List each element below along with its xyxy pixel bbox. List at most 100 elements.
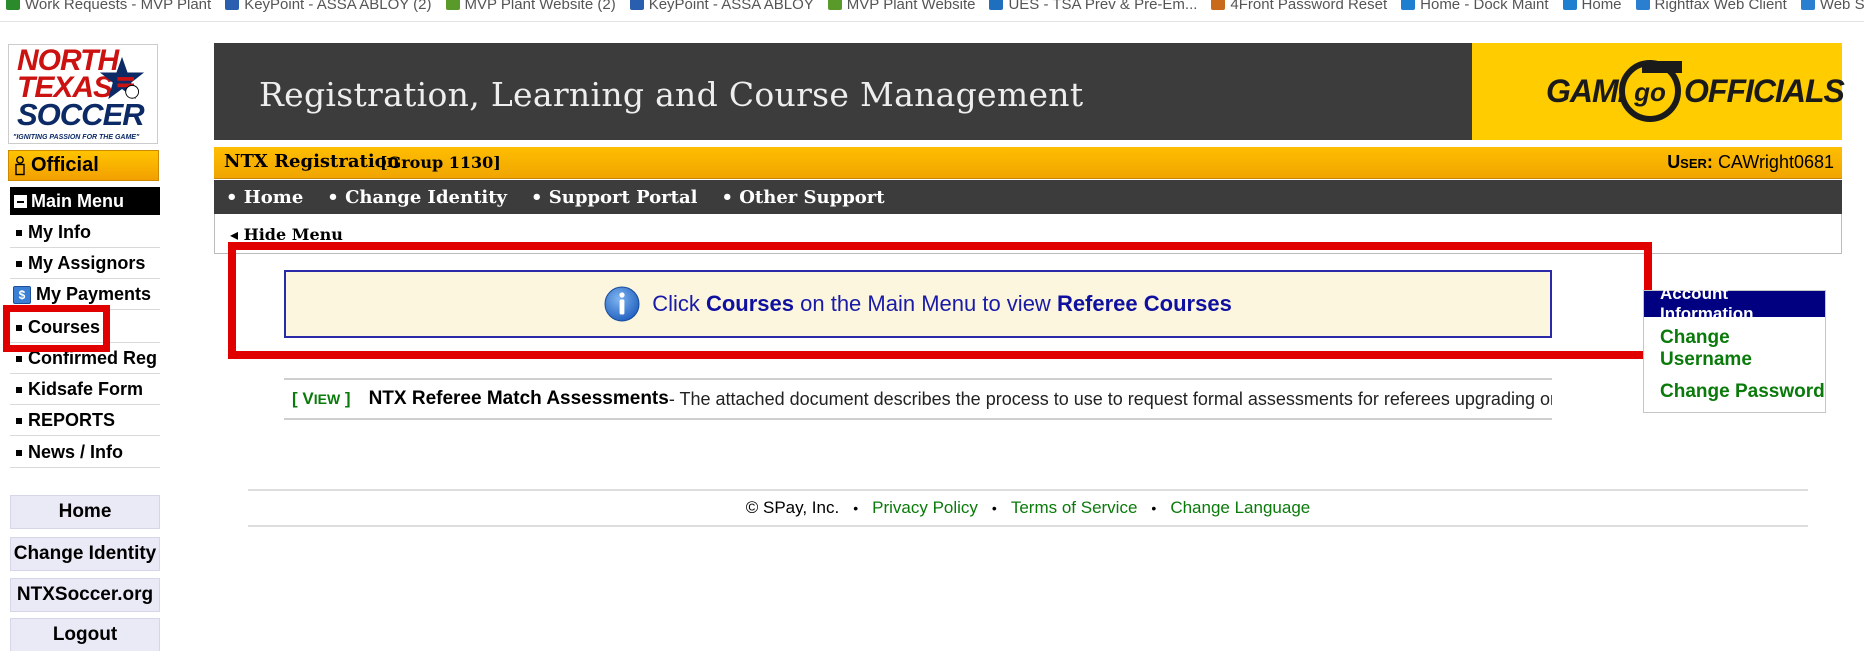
payment-icon: $ <box>13 285 31 304</box>
favorite-link[interactable]: Web Slice Gallery <box>1800 0 1864 13</box>
star-icon <box>99 56 145 100</box>
favorite-label: MVP Plant Website (2) <box>464 0 616 13</box>
view-link-open: [ V <box>292 389 314 408</box>
sidebar-item-reports[interactable]: REPORTS <box>10 406 160 436</box>
favorite-link[interactable]: MVP Plant Website (2) <box>445 0 616 13</box>
document-description: - The attached document describes the pr… <box>668 388 1552 409</box>
hide-menu-row <box>214 214 1842 254</box>
sidebar-item-kidsafe-form[interactable]: Kidsafe Form <box>10 375 160 405</box>
sidebar-item-label: News / Info <box>28 442 124 462</box>
collapse-icon <box>14 194 27 208</box>
view-link-close: ] <box>340 389 351 408</box>
sidebar-item-my-assignors[interactable]: My Assignors <box>10 249 160 279</box>
favorite-label: KeyPoint - ASSA ABLOY <box>648 0 814 13</box>
info-notice: Click Courses on the Main Menu to view R… <box>284 270 1552 338</box>
terms-of-service-link[interactable]: Terms of Service <box>1011 498 1138 518</box>
sidebar-item-label: My Info <box>28 222 91 242</box>
favorite-link[interactable]: 4Front Password Reset <box>1211 0 1387 13</box>
page-title: Registration, Learning and Course Manage… <box>259 75 1084 114</box>
favorites-list: Work Requests - MVP Plant KeyPoint - ASSA… <box>0 0 1864 15</box>
home-button[interactable]: Home <box>10 495 160 529</box>
info-icon <box>604 286 640 322</box>
notice-referee-courses-bold: Referee Courses <box>1056 291 1232 316</box>
sidebar-item-confirmed-reg[interactable]: Confirmed Reg <box>10 344 160 374</box>
nav-change-identity[interactable]: • Change Identity <box>327 187 507 208</box>
favorite-label: Work Requests - MVP Plant <box>25 0 212 13</box>
change-password-link[interactable]: Change Password <box>1644 381 1825 403</box>
sidebar-item-label: Kidsafe Form <box>28 379 144 399</box>
sidebar-item-label: My Assignors <box>28 253 146 273</box>
nav-support-portal[interactable]: • Support Portal <box>531 187 697 208</box>
favorite-link[interactable]: Home - Dock Maint <box>1401 0 1549 13</box>
whistle-logo-icon: go <box>1619 60 1682 122</box>
registration-bar: NTX Registration [Group 1130] User: CAWr… <box>214 147 1842 179</box>
account-information-heading: Account Information <box>1644 284 1825 323</box>
view-link[interactable]: [ VIEW ] <box>292 389 351 409</box>
sidebar-item-label: REPORTS <box>28 410 116 430</box>
main-menu-header[interactable]: Main Menu <box>10 187 160 215</box>
sidebar-item-my-payments[interactable]: $ My Payments <box>10 280 160 310</box>
sidebar-item-label: My Payments <box>36 284 152 304</box>
change-language-link[interactable]: Change Language <box>1170 498 1310 518</box>
favorite-icon <box>225 0 240 10</box>
nav-home[interactable]: • Home <box>226 187 303 208</box>
bullet-icon <box>16 324 22 331</box>
logout-button[interactable]: Logout <box>10 618 160 651</box>
top-nav: • Home • Change Identity • Support Porta… <box>214 180 1842 214</box>
favorite-label: KeyPoint - ASSA ABLOY (2) <box>244 0 432 13</box>
role-official: Official <box>8 150 159 181</box>
document-title: NTX Referee Match Assessments <box>368 388 669 409</box>
notice-text-part1: Click <box>652 291 706 316</box>
favorite-link[interactable]: Work Requests - MVP Plant <box>6 0 211 13</box>
favorite-link[interactable]: UES - TSA Prev & Pre-Em... <box>989 0 1197 13</box>
bullet-icon <box>16 355 22 362</box>
favorite-link[interactable]: KeyPoint - ASSA ABLOY (2) <box>225 0 432 13</box>
favorite-icon <box>6 0 20 10</box>
hide-menu-link[interactable]: ◂ Hide Menu <box>230 225 343 244</box>
favorite-label: Rightfax Web Client <box>1654 0 1787 13</box>
favorite-icon <box>1635 0 1650 10</box>
logo-line-3: SOCCER <box>17 97 145 132</box>
app-header: Registration, Learning and Course Manage… <box>214 43 1845 140</box>
bullet-icon <box>16 449 22 456</box>
notice-text: Click Courses on the Main Menu to view R… <box>652 291 1232 317</box>
sidebar-item-courses[interactable]: Courses <box>10 313 160 343</box>
bullet-icon <box>16 229 22 236</box>
sidebar-item-news-info[interactable]: News / Info <box>10 438 160 468</box>
sidebar-item-label: Confirmed Reg <box>28 348 158 368</box>
ntxsoccer-button[interactable]: NTXSoccer.org <box>10 578 160 612</box>
main-menu-title: Main Menu <box>31 190 124 211</box>
favorite-label: MVP Plant Website <box>846 0 976 13</box>
document-row: [ VIEW ] NTX Referee Match Assessments -… <box>284 378 1552 420</box>
nav-other-support[interactable]: • Other Support <box>721 187 884 208</box>
privacy-policy-link[interactable]: Privacy Policy <box>872 498 978 518</box>
favorite-icon <box>1211 0 1226 10</box>
change-identity-button[interactable]: Change Identity <box>10 537 160 571</box>
user-info: User: CAWright0681 <box>1667 152 1834 173</box>
north-texas-soccer-logo[interactable]: NORTH TEXAS SOCCER "IGNITING PASSION FOR… <box>8 44 158 144</box>
favorite-link[interactable]: Rightfax Web Client <box>1635 0 1787 13</box>
registration-title: NTX Registration <box>224 151 400 172</box>
footer-separator: • <box>853 500 859 516</box>
person-icon <box>15 155 25 175</box>
sidebar-item-my-info[interactable]: My Info <box>10 218 160 248</box>
favorite-label: Web Slice Gallery <box>1819 0 1864 13</box>
notice-text-part2: on the Main Menu to view <box>794 291 1057 316</box>
game-officials-logo[interactable]: GAME go OFFICIALS <box>1472 43 1845 140</box>
favorite-icon <box>1401 0 1416 10</box>
account-information-panel: Account Information Change Username Chan… <box>1643 284 1826 413</box>
copyright: © SPay, Inc. <box>745 498 840 517</box>
favorite-icon <box>1800 0 1815 10</box>
change-username-link[interactable]: Change Username <box>1644 327 1825 371</box>
logo-tagline: "IGNITING PASSION FOR THE GAME" <box>13 134 140 141</box>
favorite-link[interactable]: KeyPoint - ASSA ABLOY <box>629 0 814 13</box>
favorite-label: UES - TSA Prev & Pre-Em... <box>1008 0 1198 13</box>
favorite-icon <box>1562 0 1577 10</box>
favorite-icon <box>445 0 460 10</box>
brand-right: OFFICIALS <box>1684 73 1845 109</box>
favorite-link[interactable]: Home <box>1562 0 1622 13</box>
favorite-link[interactable]: MVP Plant Website <box>827 0 976 13</box>
favorite-icon <box>989 0 1004 10</box>
favorite-label: Home <box>1581 0 1622 13</box>
favorite-label: Home - Dock Maint <box>1420 0 1549 13</box>
